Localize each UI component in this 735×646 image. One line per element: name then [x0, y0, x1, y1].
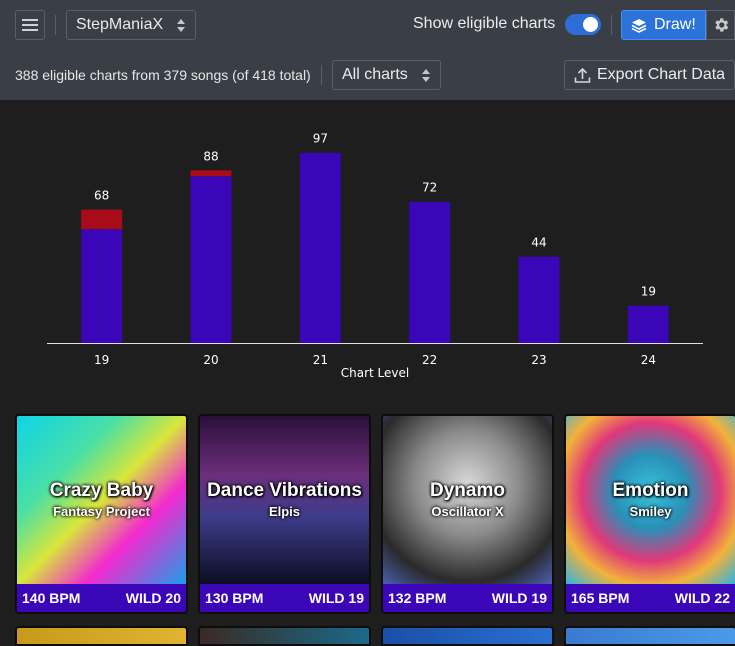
bar-segment-23-0 — [518, 256, 560, 343]
song-card-partial[interactable] — [381, 626, 554, 646]
song-title: Dynamo — [430, 480, 505, 501]
song-title: Crazy Baby — [49, 480, 154, 501]
song-difficulty: WILD 19 — [308, 590, 364, 606]
top-toolbar: StepManiaX Show eligible charts Draw! 38… — [0, 0, 735, 100]
song-difficulty: WILD 22 — [674, 590, 730, 606]
song-artist: Elpis — [268, 504, 301, 519]
bar-segment-19-1 — [81, 209, 123, 230]
upload-icon — [574, 67, 591, 83]
bar-segment-20-1 — [190, 170, 232, 177]
eligible-count-text: 388 eligible charts from 379 songs (of 4… — [15, 67, 311, 83]
song-info: Dance Vibrations Elpis — [200, 460, 369, 540]
song-card[interactable]: Dynamo Oscillator X 132 BPM WILD 19 — [381, 414, 554, 614]
settings-button[interactable] — [706, 10, 735, 40]
song-info: Dynamo Oscillator X — [383, 460, 552, 540]
song-difficulty: WILD 20 — [125, 590, 181, 606]
game-select-value: StepManiaX — [76, 16, 164, 33]
menu-button[interactable] — [15, 10, 45, 40]
game-select[interactable]: StepManiaX — [66, 10, 196, 40]
tick-label-24: 24 — [641, 353, 656, 367]
filter-row: 388 eligible charts from 379 songs (of 4… — [0, 50, 735, 100]
song-title: Emotion — [612, 480, 689, 501]
song-card[interactable]: Crazy Baby Fantasy Project 140 BPM WILD 20 — [15, 414, 188, 614]
chart-level-distribution: 68 19 88 20 97 21 72 22 44 23 19 24 Chart Level — [0, 100, 735, 395]
song-title: Dance Vibrations — [207, 480, 362, 501]
gear-icon — [714, 18, 728, 32]
draw-label: Draw! — [654, 16, 696, 33]
song-bpm: 140 BPM — [22, 590, 81, 606]
data-label-21: 97 — [313, 132, 328, 146]
song-card-partial[interactable] — [15, 626, 188, 646]
bar-chart: 68 19 88 20 97 21 72 22 44 23 19 24 Chart Level — [47, 132, 703, 380]
chevron-updown-icon — [422, 69, 430, 83]
song-info: Emotion Smiley — [566, 460, 735, 540]
data-label-20: 88 — [203, 149, 218, 163]
bar-segment-19-0 — [81, 229, 123, 343]
draw-button[interactable]: Draw! — [621, 10, 706, 40]
bar-segment-21-0 — [299, 152, 341, 343]
show-eligible-label: Show eligible charts — [413, 15, 556, 32]
song-card-partial[interactable] — [198, 626, 371, 646]
data-label-19: 68 — [94, 189, 109, 203]
song-difficulty: WILD 19 — [491, 590, 547, 606]
song-card-footer: 132 BPM WILD 19 — [383, 584, 552, 612]
show-eligible-toggle[interactable] — [565, 14, 601, 35]
export-chart-data-button[interactable]: Export Chart Data — [564, 60, 735, 90]
song-card-footer: 130 BPM WILD 19 — [200, 584, 369, 612]
tick-label-23: 23 — [531, 353, 546, 367]
song-bpm: 130 BPM — [205, 590, 264, 606]
song-card-footer: 165 BPM WILD 22 — [566, 584, 735, 612]
tick-label-20: 20 — [203, 353, 218, 367]
data-label-22: 72 — [422, 181, 437, 195]
toggle-knob — [583, 17, 598, 32]
song-bpm: 165 BPM — [571, 590, 630, 606]
data-label-24: 19 — [641, 285, 656, 299]
chart-filter-value: All charts — [342, 66, 408, 83]
bar-segment-24-0 — [627, 305, 669, 343]
song-bpm: 132 BPM — [388, 590, 447, 606]
song-artist: Fantasy Project — [53, 504, 150, 519]
tick-label-21: 21 — [313, 353, 328, 367]
divider — [321, 65, 322, 85]
x-axis-label: Chart Level — [341, 366, 409, 380]
data-label-23: 44 — [531, 236, 546, 250]
tick-label-19: 19 — [94, 353, 109, 367]
song-info: Crazy Baby Fantasy Project — [17, 460, 186, 540]
bar-segment-20-0 — [190, 176, 232, 343]
header-row: StepManiaX Show eligible charts Draw! — [0, 0, 735, 50]
hamburger-icon — [22, 19, 38, 31]
song-card[interactable]: Emotion Smiley 165 BPM WILD 22 — [564, 414, 735, 614]
song-artist: Oscillator X — [431, 504, 504, 519]
tick-label-22: 22 — [422, 353, 437, 367]
song-card-footer: 140 BPM WILD 20 — [17, 584, 186, 612]
divider — [611, 15, 612, 35]
song-card[interactable]: Dance Vibrations Elpis 130 BPM WILD 19 — [198, 414, 371, 614]
divider — [55, 15, 56, 35]
bar-segment-22-0 — [409, 201, 451, 343]
song-card-partial[interactable] — [564, 626, 735, 646]
layers-icon — [631, 19, 647, 33]
chevron-updown-icon — [177, 19, 185, 33]
chart-filter-select[interactable]: All charts — [332, 60, 441, 90]
export-label: Export Chart Data — [597, 66, 726, 83]
song-artist: Smiley — [629, 504, 672, 519]
